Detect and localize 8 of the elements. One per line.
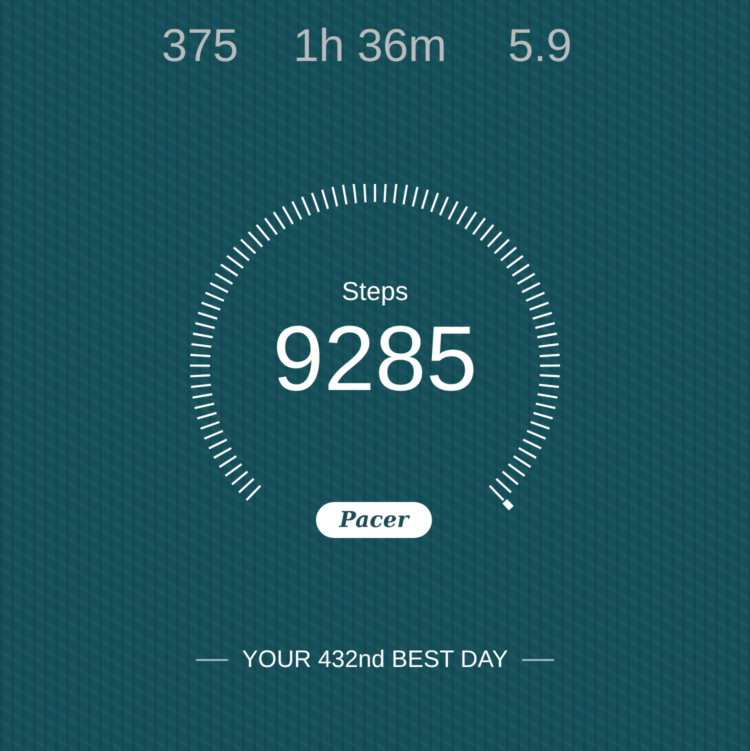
stat-value: 375 <box>160 18 240 72</box>
stat-value: 5.9 <box>507 18 573 72</box>
step-count: 9285 <box>272 313 478 405</box>
best-day-caption: YOUR 432nd BEST DAY <box>242 646 508 674</box>
brand-badge: Pacer <box>316 502 432 538</box>
gauge-marker <box>500 497 516 512</box>
gauge-label: Steps <box>342 276 408 307</box>
stat-value: 1h 36m <box>292 18 448 72</box>
